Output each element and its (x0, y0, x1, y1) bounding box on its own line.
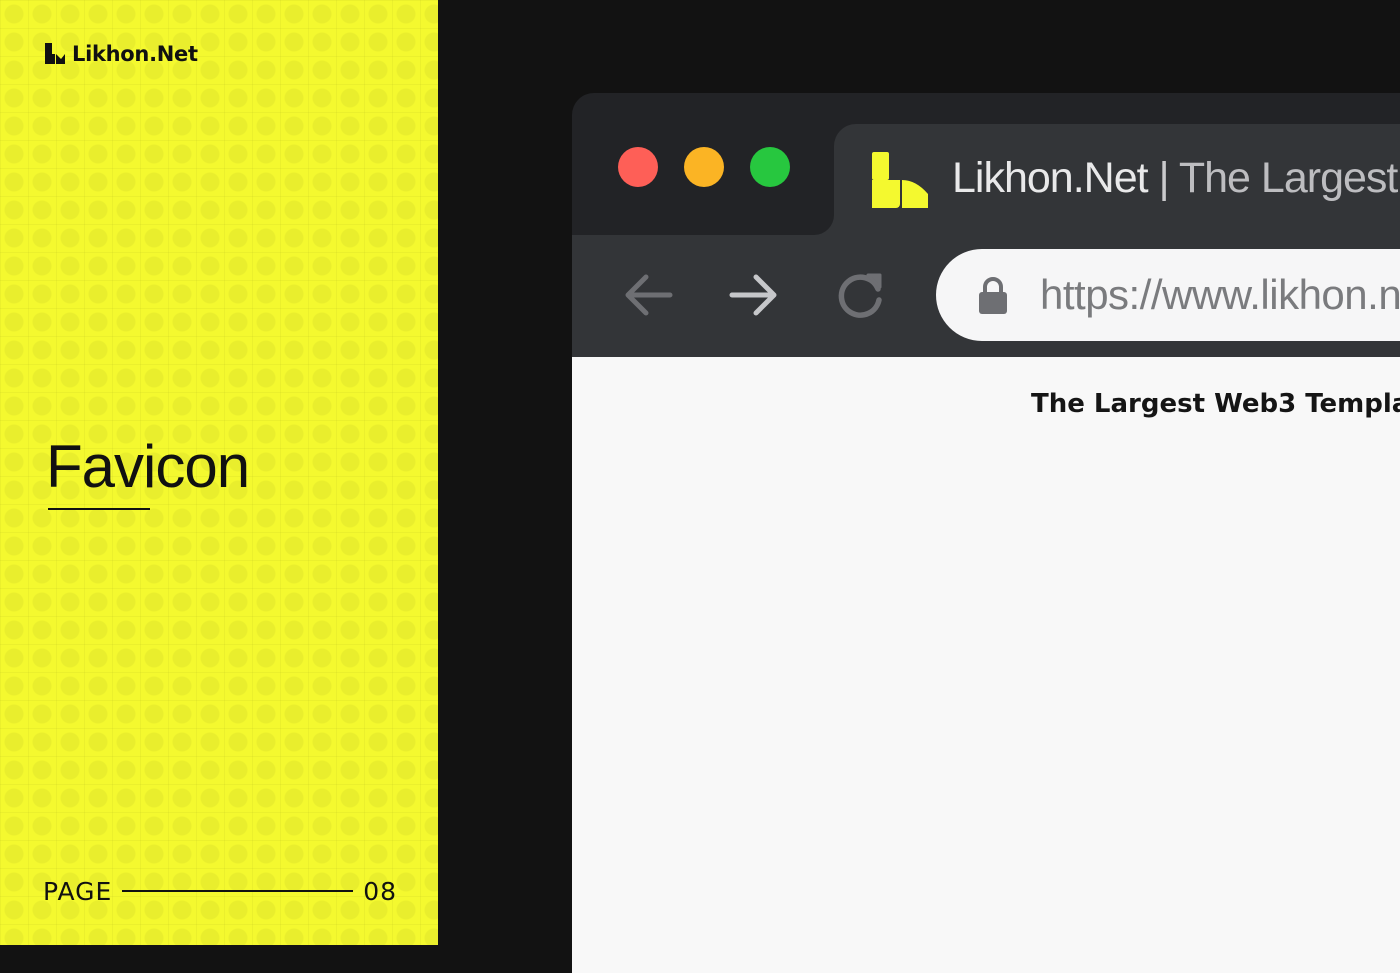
url-text[interactable]: https://www.likhon.n (1040, 271, 1400, 319)
title-underline (48, 508, 150, 510)
page-divider-line (122, 890, 354, 892)
browser-toolbar: https://www.likhon.n (572, 235, 1400, 357)
browser-window: Likhon.Net | The Largest W https://www.l… (572, 93, 1400, 973)
tab-title-sub: The Largest W (1178, 154, 1400, 202)
page-number: 08 (363, 876, 397, 906)
page-label: PAGE (43, 876, 113, 906)
page-title: Favicon (46, 433, 250, 500)
maximize-window-button[interactable] (750, 147, 790, 187)
arrow-right-icon[interactable] (726, 267, 782, 323)
page-footer: PAGE 08 (43, 876, 397, 906)
tab-corner (814, 215, 834, 235)
likhon-logo-icon (45, 43, 65, 64)
minimize-window-button[interactable] (684, 147, 724, 187)
tab-title: Likhon.Net | The Largest W (952, 154, 1400, 203)
left-panel: Likhon.Net Favicon PAGE 08 (0, 0, 438, 945)
close-window-button[interactable] (618, 147, 658, 187)
lock-icon (979, 277, 1007, 314)
likhon-favicon-icon (872, 152, 928, 208)
browser-tab[interactable]: Likhon.Net | The Largest W (834, 124, 1400, 244)
arrow-left-icon[interactable] (620, 267, 676, 323)
tab-title-main: Likhon.Net (952, 154, 1149, 202)
address-bar[interactable]: https://www.likhon.n (936, 249, 1400, 341)
brand: Likhon.Net (44, 42, 198, 66)
page-heading: The Largest Web3 Template (1031, 389, 1400, 419)
page-viewport: The Largest Web3 Template (572, 357, 1400, 973)
brand-name: Likhon.Net (72, 42, 198, 66)
reload-icon[interactable] (832, 267, 888, 323)
tab-title-separator: | (1158, 154, 1170, 202)
